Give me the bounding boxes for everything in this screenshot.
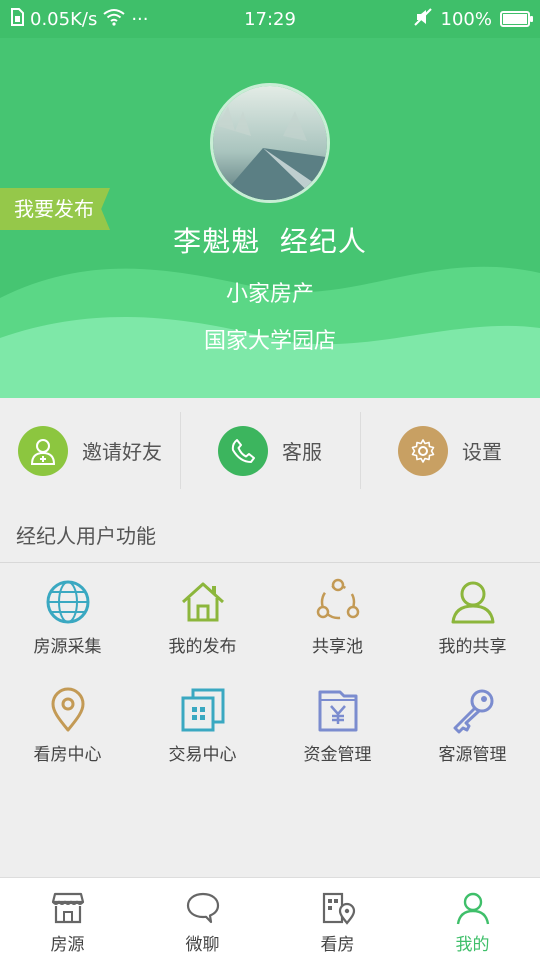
key-icon xyxy=(453,689,493,734)
agent-role: 经纪人 xyxy=(279,225,367,258)
gear-icon xyxy=(398,425,448,476)
settings-label: 设置 xyxy=(462,440,502,464)
settings-button[interactable]: 设置 xyxy=(360,398,540,503)
location-pin-icon xyxy=(51,687,84,732)
feature-my-posts[interactable]: 我的发布 xyxy=(135,568,270,676)
battery-icon xyxy=(500,11,533,27)
customer-service-label: 客服 xyxy=(282,440,322,464)
feature-label: 交易中心 xyxy=(168,745,237,765)
phone-icon xyxy=(218,425,268,476)
section-title: 经纪人用户功能 xyxy=(16,524,156,548)
store-icon xyxy=(51,892,84,924)
tab-label: 看房 xyxy=(320,935,355,955)
share-icon xyxy=(316,578,359,620)
sim-icon xyxy=(10,7,24,31)
feature-listing-collection[interactable]: 房源采集 xyxy=(0,568,135,676)
agent-name: 李魁魁 xyxy=(173,225,261,258)
feature-trading-center[interactable]: 交易中心 xyxy=(135,676,270,784)
invite-friends-button[interactable]: 邀请好友 xyxy=(0,398,180,503)
feature-label: 我的发布 xyxy=(168,637,237,657)
avatar[interactable] xyxy=(210,83,330,203)
person-icon xyxy=(451,581,494,624)
bottom-tab-bar: 房源 微聊 看房 我的 xyxy=(0,877,540,960)
section-divider xyxy=(0,562,540,563)
tab-label: 我的 xyxy=(455,935,490,955)
feature-client-management[interactable]: 客源管理 xyxy=(405,676,540,784)
battery-fill xyxy=(503,14,527,24)
tab-mine[interactable]: 我的 xyxy=(405,878,540,960)
more-dots: ··· xyxy=(131,8,149,30)
tab-label: 房源 xyxy=(50,935,85,955)
feature-fund-management[interactable]: 资金管理 xyxy=(270,676,405,784)
feature-label: 房源采集 xyxy=(33,637,102,657)
invite-friend-icon xyxy=(18,425,68,476)
battery-percent: 100% xyxy=(440,8,492,30)
tab-label: 微聊 xyxy=(185,935,220,955)
profile-icon xyxy=(456,892,489,925)
map-building-icon xyxy=(322,892,355,925)
feature-label: 我的共享 xyxy=(438,637,507,657)
tab-listings[interactable]: 房源 xyxy=(0,878,135,960)
network-speed: 0.05K/s xyxy=(30,8,98,30)
feature-viewing-center[interactable]: 看房中心 xyxy=(0,676,135,784)
feature-label: 资金管理 xyxy=(303,745,372,765)
company-name: 小家房产 xyxy=(225,282,314,307)
quick-actions: 邀请好友 客服 设置 xyxy=(0,398,540,503)
customer-service-button[interactable]: 客服 xyxy=(180,398,360,503)
feature-my-shares[interactable]: 我的共享 xyxy=(405,568,540,676)
feature-label: 客源管理 xyxy=(438,745,507,765)
tab-viewing[interactable]: 看房 xyxy=(270,878,405,960)
building-icon xyxy=(181,688,224,732)
agent-name-line: 李魁魁 经纪人 xyxy=(0,220,540,260)
feature-label: 看房中心 xyxy=(33,745,102,765)
store-name: 国家大学园店 xyxy=(203,329,336,354)
yen-folder-icon xyxy=(318,690,357,732)
status-bar: 0.05K/s ··· 17:29 100% xyxy=(0,0,540,38)
house-icon xyxy=(181,582,224,622)
globe-icon xyxy=(46,580,89,624)
tab-chat[interactable]: 微聊 xyxy=(135,878,270,960)
feature-share-pool[interactable]: 共享池 xyxy=(270,568,405,676)
mute-icon xyxy=(413,7,433,32)
feature-label: 共享池 xyxy=(312,637,363,657)
invite-friends-label: 邀请好友 xyxy=(82,440,162,464)
profile-header: 我要发布 李魁魁 经纪人 小家房产 国家大学园店 xyxy=(0,38,540,398)
wifi-icon xyxy=(103,8,125,31)
feature-grid: 房源采集 我的发布 共享池 我的共享 看房中心 交易中心 资金管理 客源管理 xyxy=(0,568,540,784)
chat-bubble-icon xyxy=(186,892,219,924)
